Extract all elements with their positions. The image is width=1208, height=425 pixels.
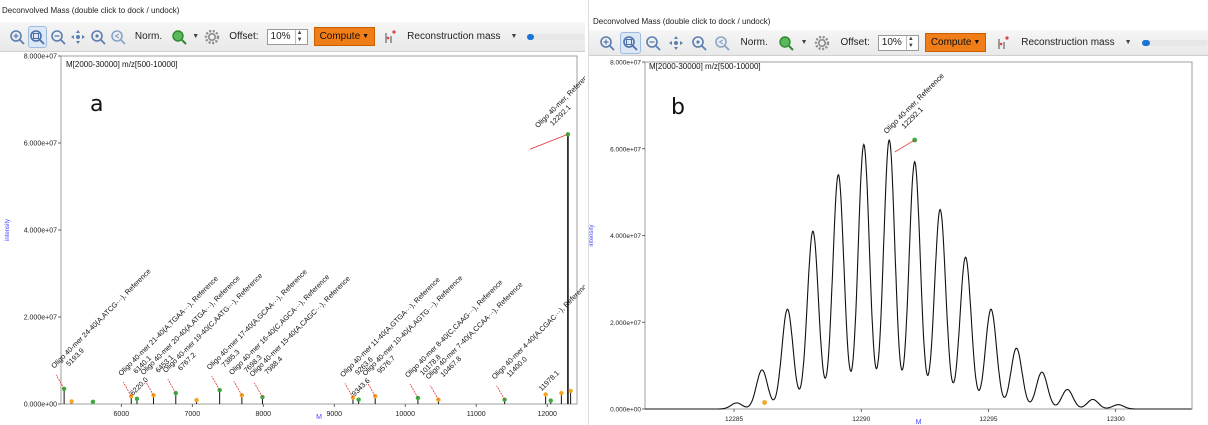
annotation-leader	[233, 381, 243, 396]
profile-line	[645, 138, 1192, 410]
y-tick-label: 6.000e+07	[24, 141, 57, 148]
peak-marker	[356, 397, 361, 402]
y-tick-label: 0.000e+00	[610, 407, 641, 414]
annotation-leader	[409, 383, 419, 399]
x-tick-label: 12295	[979, 416, 997, 423]
y-tick-label: 8.000e+07	[24, 54, 57, 61]
mass-annotation: 9343.6	[350, 376, 372, 398]
x-tick-label: 9000	[326, 411, 342, 418]
x-tick-label: 12290	[852, 416, 870, 423]
peak-marker	[762, 400, 767, 405]
x-tick-label: 10000	[396, 411, 416, 418]
y-axis-label: intensity	[5, 219, 11, 241]
panel-b: Deconvolved Mass (double click to dock /…	[588, 0, 1208, 425]
panel-letter: a	[90, 92, 104, 117]
y-tick-label: 2.000e+07	[24, 315, 57, 322]
peak-marker	[568, 388, 573, 394]
y-tick-label: 8.000e+07	[610, 60, 641, 67]
peak-annotation: Oligo 40-mer, Reference12292.1	[882, 71, 946, 135]
x-tick-label: 11000	[467, 411, 486, 418]
x-tick-label: 8000	[255, 411, 271, 418]
x-tick-label: 12000	[537, 411, 557, 418]
x-tick-label: 6000	[114, 411, 130, 418]
x-tick-label: 7000	[185, 411, 201, 418]
peak-marker	[194, 397, 199, 403]
peak-marker	[90, 399, 96, 405]
peak-marker	[134, 396, 140, 401]
y-tick-label: 0.000e+00	[24, 402, 57, 409]
peak-label: Oligo 40-mer, Reference	[882, 71, 946, 135]
peak-marker	[69, 399, 74, 404]
y-tick-label: 6.000e+07	[610, 146, 641, 153]
mass-annotation-text: 11978.1	[537, 368, 561, 392]
y-axis-label: intensity	[589, 224, 595, 246]
annotation-leader	[55, 374, 65, 389]
annotation-leader	[894, 139, 915, 153]
peak-marker	[543, 392, 548, 397]
mass-annotation-text: 6220.0	[128, 375, 150, 397]
peak-marker	[548, 398, 553, 403]
mass-range-label: M[2000-30000] m/z[500-10000]	[649, 62, 761, 71]
peak-label: Oligo 40-mer 15-40(A,CAGC···), Reference	[248, 274, 352, 378]
mass-annotation: 11978.1	[537, 368, 561, 392]
y-tick-label: 4.000e+07	[610, 233, 641, 240]
annotation-leader	[167, 378, 177, 394]
annotation-leader	[529, 133, 569, 150]
panel-a: Deconvolved Mass (double click to dock /…	[0, 0, 585, 425]
y-tick-label: 4.000e+07	[24, 228, 57, 235]
mass-annotation-text: 9343.6	[350, 376, 372, 398]
panel-letter: b	[671, 95, 685, 120]
y-tick-label: 2.000e+07	[610, 320, 641, 327]
peak-marker	[559, 390, 564, 396]
x-axis-label: M	[916, 419, 922, 425]
annotation-leader	[496, 385, 505, 400]
mass-range-label: M[2000-30000] m/z[500-10000]	[66, 60, 178, 69]
annotation-leader	[430, 385, 439, 400]
annotation-leader	[211, 375, 221, 391]
annotation-leader	[254, 382, 263, 398]
x-tick-label: 12285	[725, 416, 743, 423]
mass-annotation: 6220.0	[128, 375, 150, 397]
x-tick-label: 12300	[1107, 416, 1125, 423]
x-axis-label: M	[316, 414, 322, 421]
